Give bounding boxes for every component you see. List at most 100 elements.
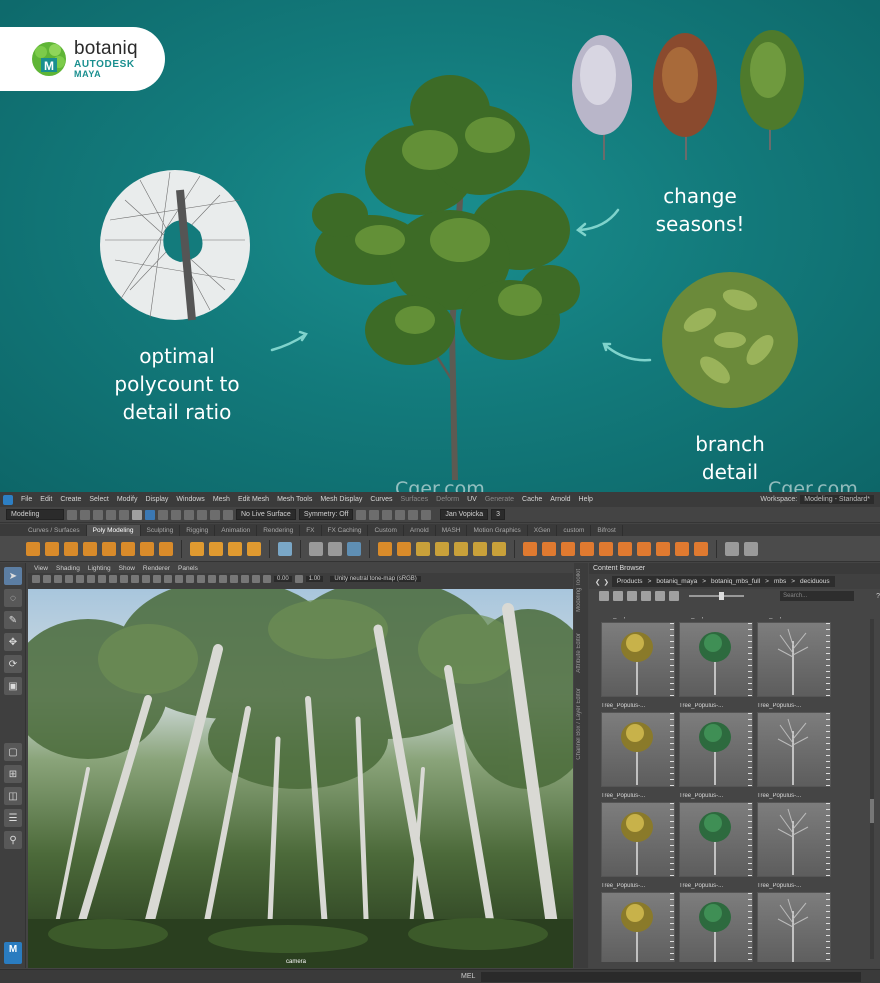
menu-mesh-display[interactable]: Mesh Display — [316, 496, 366, 503]
menu-display[interactable]: Display — [141, 496, 172, 503]
favorite-star-icon[interactable] — [641, 591, 651, 601]
multi-component-icon[interactable] — [328, 541, 342, 556]
asset-tile[interactable]: Tree_Populus-... — [679, 883, 753, 962]
poly-cube-icon[interactable] — [45, 541, 59, 556]
asset-grid-scrollbar[interactable] — [870, 619, 874, 959]
outliner-layout-icon[interactable]: ☰ — [4, 809, 22, 827]
workspace-dropdown[interactable]: Modeling - Standard* — [800, 495, 874, 504]
bevel-icon[interactable] — [561, 541, 575, 556]
notifications-badge[interactable]: 3 — [491, 509, 506, 520]
target-weld-icon[interactable] — [694, 541, 708, 556]
shelf-tab-arnold[interactable]: Arnold — [404, 525, 436, 536]
help-icon[interactable]: ? — [876, 593, 880, 600]
asset-tile[interactable]: Tree_Populus-... — [601, 793, 675, 878]
retopologize-icon[interactable] — [473, 541, 487, 556]
film-gate-icon[interactable] — [87, 575, 95, 583]
settings-gear-icon[interactable] — [669, 591, 679, 601]
poly-platonic-icon[interactable] — [159, 541, 173, 556]
grid-toggle-icon[interactable] — [76, 575, 84, 583]
shelf-tab-motion-graphics[interactable]: Motion Graphics — [467, 525, 528, 536]
single-view-layout-icon[interactable]: ▢ — [4, 743, 22, 761]
grid-icon[interactable] — [278, 541, 292, 556]
tab-channel-box[interactable]: Channel Box / Layer Editor — [576, 688, 582, 760]
move-up-icon[interactable] — [613, 591, 623, 601]
safe-action-icon[interactable] — [131, 575, 139, 583]
lights-icon[interactable] — [175, 575, 183, 583]
redo-icon[interactable] — [119, 509, 129, 520]
menuset-dropdown[interactable]: Modeling — [6, 509, 64, 520]
shelf-tab-fx-caching[interactable]: FX Caching — [322, 525, 369, 536]
select-hierarchy-icon[interactable] — [132, 509, 142, 520]
shelf-tab-bifrost[interactable]: Bifrost — [591, 525, 623, 536]
shelf-tab-custom[interactable]: Custom — [368, 525, 404, 536]
menu-mesh[interactable]: Mesh — [209, 496, 234, 503]
textured-icon[interactable] — [164, 575, 172, 583]
poly-torus-icon[interactable] — [102, 541, 116, 556]
snap-plane-icon[interactable] — [210, 509, 220, 520]
asset-tile[interactable]: Tree_Populus-... — [679, 617, 753, 698]
thumbnail-size-slider[interactable] — [689, 592, 744, 600]
multi-cut-icon[interactable] — [618, 541, 632, 556]
bookmark-icon[interactable] — [54, 575, 62, 583]
mel-label[interactable]: MEL — [461, 973, 475, 980]
motion-blur-icon[interactable] — [208, 575, 216, 583]
asset-tile[interactable]: Tree_Populus-... — [679, 793, 753, 878]
image-plane-icon[interactable] — [65, 575, 73, 583]
snap-grid-icon[interactable] — [171, 509, 181, 520]
vp-menu-show[interactable]: Show — [119, 565, 135, 572]
menu-cache[interactable]: Cache — [518, 496, 546, 503]
menu-generate[interactable]: Generate — [481, 496, 518, 503]
color-transform-dropdown[interactable]: Unity neutral tone-map (sRGB) — [330, 576, 421, 582]
3d-viewport[interactable]: camera — [28, 589, 573, 968]
snap-surface-icon[interactable] — [223, 509, 233, 520]
asset-tile[interactable]: Tree_Populus-... — [601, 703, 675, 788]
new-folder-icon[interactable] — [627, 591, 637, 601]
breadcrumb-botaniq-mbs-full[interactable]: botaniq_mbs_full — [711, 578, 760, 585]
shelf-tab-xgen[interactable]: XGen — [528, 525, 558, 536]
type-text-icon[interactable] — [228, 541, 242, 556]
bridge-icon[interactable] — [542, 541, 556, 556]
select-object-icon[interactable] — [145, 509, 155, 520]
menu-windows[interactable]: Windows — [172, 496, 208, 503]
new-scene-icon[interactable] — [67, 509, 77, 520]
side-by-side-layout-icon[interactable]: ◫ — [4, 787, 22, 805]
quad-draw-icon[interactable] — [675, 541, 689, 556]
append-polygon-icon[interactable] — [599, 541, 613, 556]
asset-tile[interactable]: Tree_Populus-... — [757, 703, 831, 788]
menu-edit-mesh[interactable]: Edit Mesh — [234, 496, 273, 503]
resolution-gate-icon[interactable] — [98, 575, 106, 583]
shadows-icon[interactable] — [186, 575, 194, 583]
menu-uv[interactable]: UV — [463, 496, 481, 503]
isolate-select-icon[interactable] — [230, 575, 238, 583]
vp-menu-lighting[interactable]: Lighting — [88, 565, 111, 572]
four-view-layout-icon[interactable]: ⊞ — [4, 765, 22, 783]
paint-tool-icon[interactable] — [725, 541, 739, 556]
ipr-render-icon[interactable] — [369, 509, 380, 520]
poly-plane-icon[interactable] — [121, 541, 135, 556]
wireframe-icon[interactable] — [142, 575, 150, 583]
camera-select-icon[interactable] — [32, 575, 40, 583]
poly-sphere-icon[interactable] — [26, 541, 40, 556]
shelf-tab-rigging[interactable]: Rigging — [180, 525, 216, 536]
poly-cone-icon[interactable] — [83, 541, 97, 556]
anti-alias-icon[interactable] — [219, 575, 227, 583]
render-settings-icon[interactable] — [382, 509, 393, 520]
menu-arnold[interactable]: Arnold — [546, 496, 574, 503]
asset-tile[interactable]: Tree_Populus-... — [679, 703, 753, 788]
content-search-input[interactable]: Search... — [780, 591, 855, 601]
shelf-tab-animation[interactable]: Animation — [215, 525, 258, 536]
shelf-tab-curves-surfaces[interactable]: Curves / Surfaces — [22, 525, 87, 536]
breadcrumb-products[interactable]: Products — [617, 578, 643, 585]
menu-edit[interactable]: Edit — [36, 496, 56, 503]
menu-select[interactable]: Select — [85, 496, 112, 503]
snap-point-icon[interactable] — [197, 509, 207, 520]
object-mode-icon[interactable] — [309, 541, 323, 556]
menu-mesh-tools[interactable]: Mesh Tools — [273, 496, 316, 503]
mel-input[interactable] — [481, 971, 862, 982]
asset-tile[interactable]: Tree_Populus-... — [757, 793, 831, 878]
asset-tile[interactable]: Tree_Populus-... — [757, 883, 831, 962]
rotate-tool-icon[interactable]: ⟳ — [4, 655, 22, 673]
menu-surfaces[interactable]: Surfaces — [397, 496, 433, 503]
combine-icon[interactable] — [378, 541, 392, 556]
breadcrumb-mbs[interactable]: mbs — [774, 578, 786, 585]
